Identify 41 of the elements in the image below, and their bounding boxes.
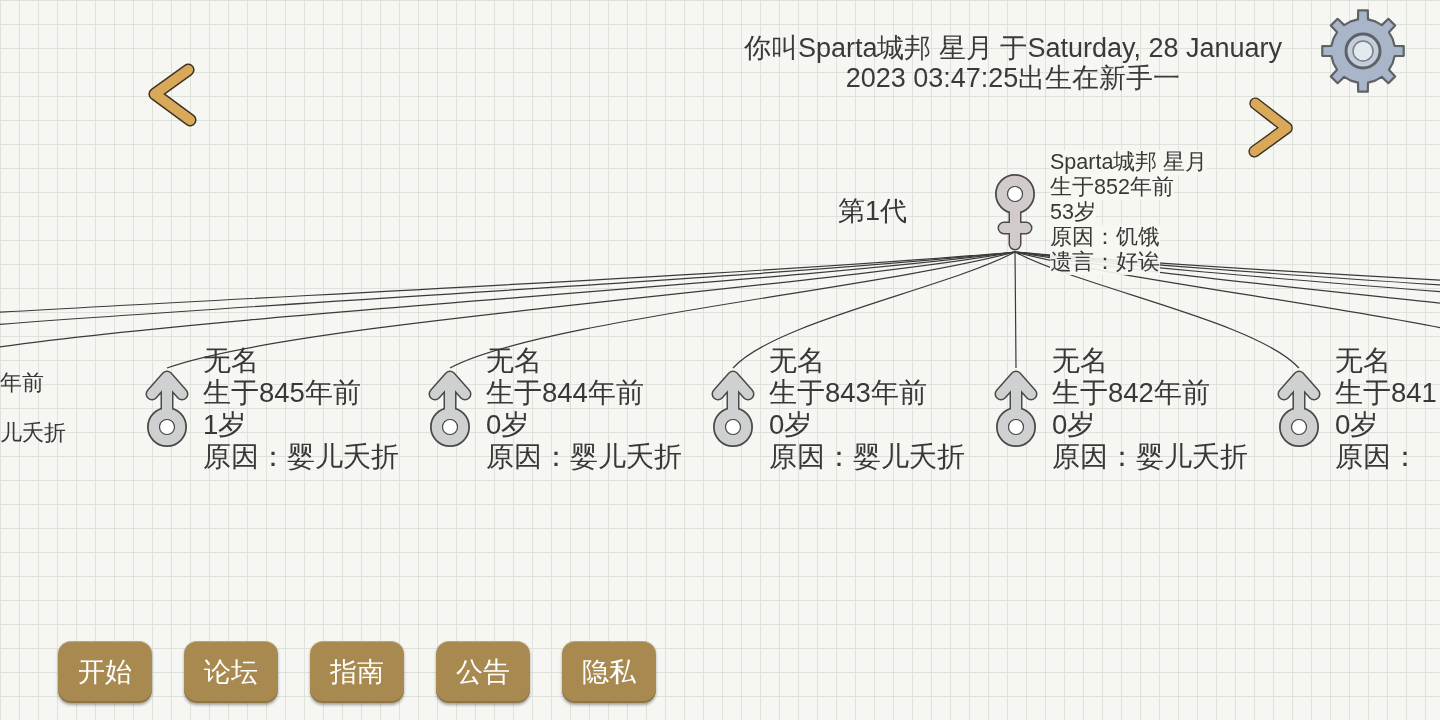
- male-symbol-icon: [992, 368, 1040, 448]
- birth-text: 生于844年前: [486, 377, 644, 409]
- male-symbol-icon: [1275, 368, 1323, 448]
- death-cause-text: 原因：饥饿: [1050, 225, 1160, 250]
- death-cause-text: 儿夭折: [0, 421, 66, 446]
- male-symbol-icon: [709, 368, 757, 448]
- death-cause-text: 原因：婴儿夭折: [1052, 441, 1248, 473]
- death-cause-text: 原因：婴儿夭折: [769, 441, 965, 473]
- age-text: 0岁: [486, 409, 530, 441]
- menu-button[interactable]: 公告: [436, 641, 530, 703]
- generation-label: 第1代: [838, 196, 908, 226]
- male-symbol-icon: [426, 368, 474, 448]
- birth-text: 年前: [0, 371, 44, 396]
- last-words-text: 遗言：好诶: [1050, 250, 1160, 275]
- male-symbol-icon: [143, 368, 191, 448]
- age-text: 1岁: [203, 409, 247, 441]
- settings-icon[interactable]: [1320, 8, 1406, 94]
- menu-button[interactable]: 隐私: [562, 641, 656, 703]
- person-name: 无名: [203, 345, 259, 377]
- death-cause-text: 原因：婴儿夭折: [203, 441, 399, 473]
- age-text: 0岁: [769, 409, 813, 441]
- birth-text: 生于841: [1335, 377, 1437, 409]
- person-name: 无名: [769, 345, 825, 377]
- person-name: 无名: [1052, 345, 1108, 377]
- birth-text: 生于852年前: [1050, 175, 1174, 200]
- menu-button[interactable]: 论坛: [184, 641, 278, 703]
- menu-button[interactable]: 指南: [310, 641, 404, 703]
- person-name: Sparta城邦 星月: [1050, 150, 1208, 175]
- menu-button[interactable]: 开始: [58, 641, 152, 703]
- death-cause-text: 原因：婴儿夭折: [486, 441, 682, 473]
- age-text: 0岁: [1052, 409, 1096, 441]
- birth-text: 生于843年前: [769, 377, 927, 409]
- birth-text: 生于845年前: [203, 377, 361, 409]
- person-name: 无名: [1335, 345, 1391, 377]
- birth-text: 生于842年前: [1052, 377, 1210, 409]
- age-text: 53岁: [1050, 200, 1096, 225]
- age-text: 0岁: [1335, 409, 1379, 441]
- death-cause-text: 原因：: [1335, 441, 1419, 473]
- chevron-left-icon[interactable]: [145, 62, 198, 128]
- birth-info-text: 你叫Sparta城邦 星月 于Saturday, 28 January 2023 03:47:25出生在新手一: [742, 33, 1284, 93]
- person-name: 无名: [486, 345, 542, 377]
